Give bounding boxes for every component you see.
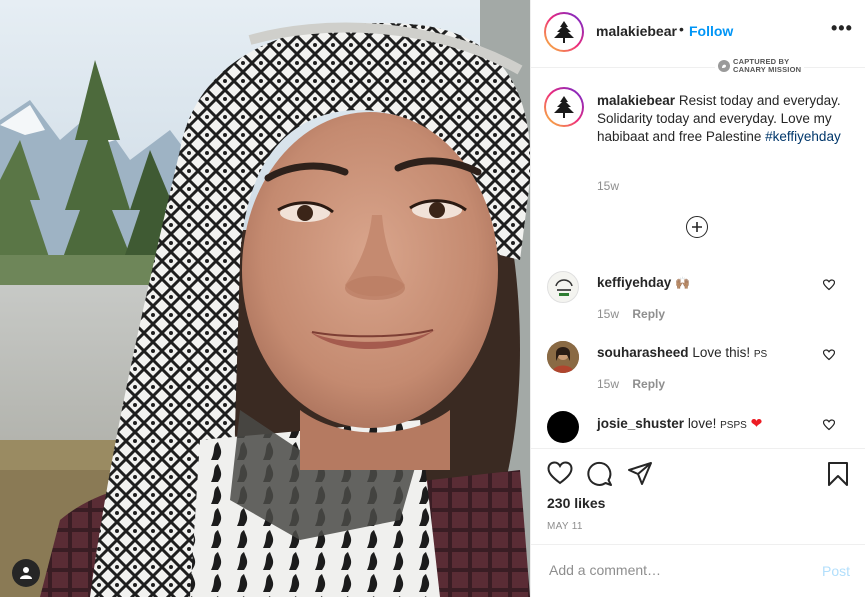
comment-timestamp[interactable]: 15w <box>597 307 619 321</box>
comment-username[interactable]: souharasheed <box>597 345 689 360</box>
user-tag-button[interactable] <box>12 559 40 587</box>
profile-photo-icon <box>547 341 579 373</box>
comment-text: 🙌🏽 <box>675 276 691 290</box>
comment-text: love! <box>687 416 717 431</box>
comment-icon[interactable] <box>587 461 613 487</box>
comment-item: josie_shuster love! PSPS ❤ <box>531 411 865 447</box>
comment-avatar[interactable] <box>547 411 579 443</box>
reply-button[interactable]: Reply <box>632 377 665 391</box>
red-heart-emoji: ❤ <box>750 415 763 431</box>
caption-timestamp[interactable]: 15w <box>597 179 619 193</box>
comment-avatar[interactable] <box>547 341 579 373</box>
post-photo[interactable] <box>0 0 530 597</box>
canary-mission-watermark: CAPTURED BY CANARY MISSION <box>715 58 805 74</box>
post-actions: 230 likes MAY 11 <box>531 448 865 545</box>
post-header: malakiebear • Follow ••• CAPTURED BY CAN… <box>531 0 865 74</box>
heart-icon[interactable] <box>823 419 835 431</box>
post-comment-button[interactable]: Post <box>822 563 850 579</box>
load-more-comments-button[interactable] <box>686 216 708 238</box>
user-tag-icon <box>20 567 32 579</box>
share-icon[interactable] <box>627 461 653 487</box>
add-comment-bar: Post <box>531 544 865 597</box>
reply-button[interactable]: Reply <box>632 307 665 321</box>
author-avatar[interactable] <box>544 12 584 52</box>
keffiyehday-logo-icon <box>555 279 573 296</box>
post-image <box>0 0 530 597</box>
separator-dot: • <box>679 21 684 37</box>
comment-text: Love this! <box>692 345 751 360</box>
caption-avatar[interactable] <box>544 87 584 127</box>
more-options-button[interactable]: ••• <box>831 18 853 39</box>
like-icon[interactable] <box>547 461 573 485</box>
comment-input[interactable] <box>547 561 801 579</box>
post-caption: malakiebear Resist today and everyday. S… <box>597 92 852 146</box>
comment-item: keffiyehday 🙌🏽 15w Reply <box>531 271 865 341</box>
cedar-tree-icon <box>554 96 574 118</box>
cedar-tree-icon <box>554 21 574 43</box>
follow-button[interactable]: Follow <box>689 23 733 39</box>
caption-hashtag[interactable]: #keffiyehday <box>765 129 841 144</box>
load-more-icon <box>692 222 702 232</box>
comment-suffix: PS <box>753 349 768 360</box>
comment-username[interactable]: josie_shuster <box>597 416 684 431</box>
comment-username[interactable]: keffiyehday <box>597 275 671 290</box>
comment-timestamp[interactable]: 15w <box>597 377 619 391</box>
likes-count[interactable]: 230 likes <box>547 495 605 511</box>
author-username[interactable]: malakiebear <box>596 23 677 39</box>
canary-logo-icon <box>718 60 730 72</box>
post-date[interactable]: MAY 11 <box>547 521 583 532</box>
comment-avatar[interactable] <box>547 271 579 303</box>
save-icon[interactable] <box>827 461 849 487</box>
comment-suffix: PSPS <box>720 420 747 431</box>
caption-username[interactable]: malakiebear <box>597 93 675 108</box>
heart-icon[interactable] <box>823 279 835 291</box>
post-sidebar: malakiebear • Follow ••• CAPTURED BY CAN… <box>530 0 865 597</box>
comment-item: souharasheed Love this! PS 15w Reply <box>531 341 865 411</box>
heart-icon[interactable] <box>823 349 835 361</box>
watermark-line-2: CANARY MISSION <box>733 65 802 74</box>
